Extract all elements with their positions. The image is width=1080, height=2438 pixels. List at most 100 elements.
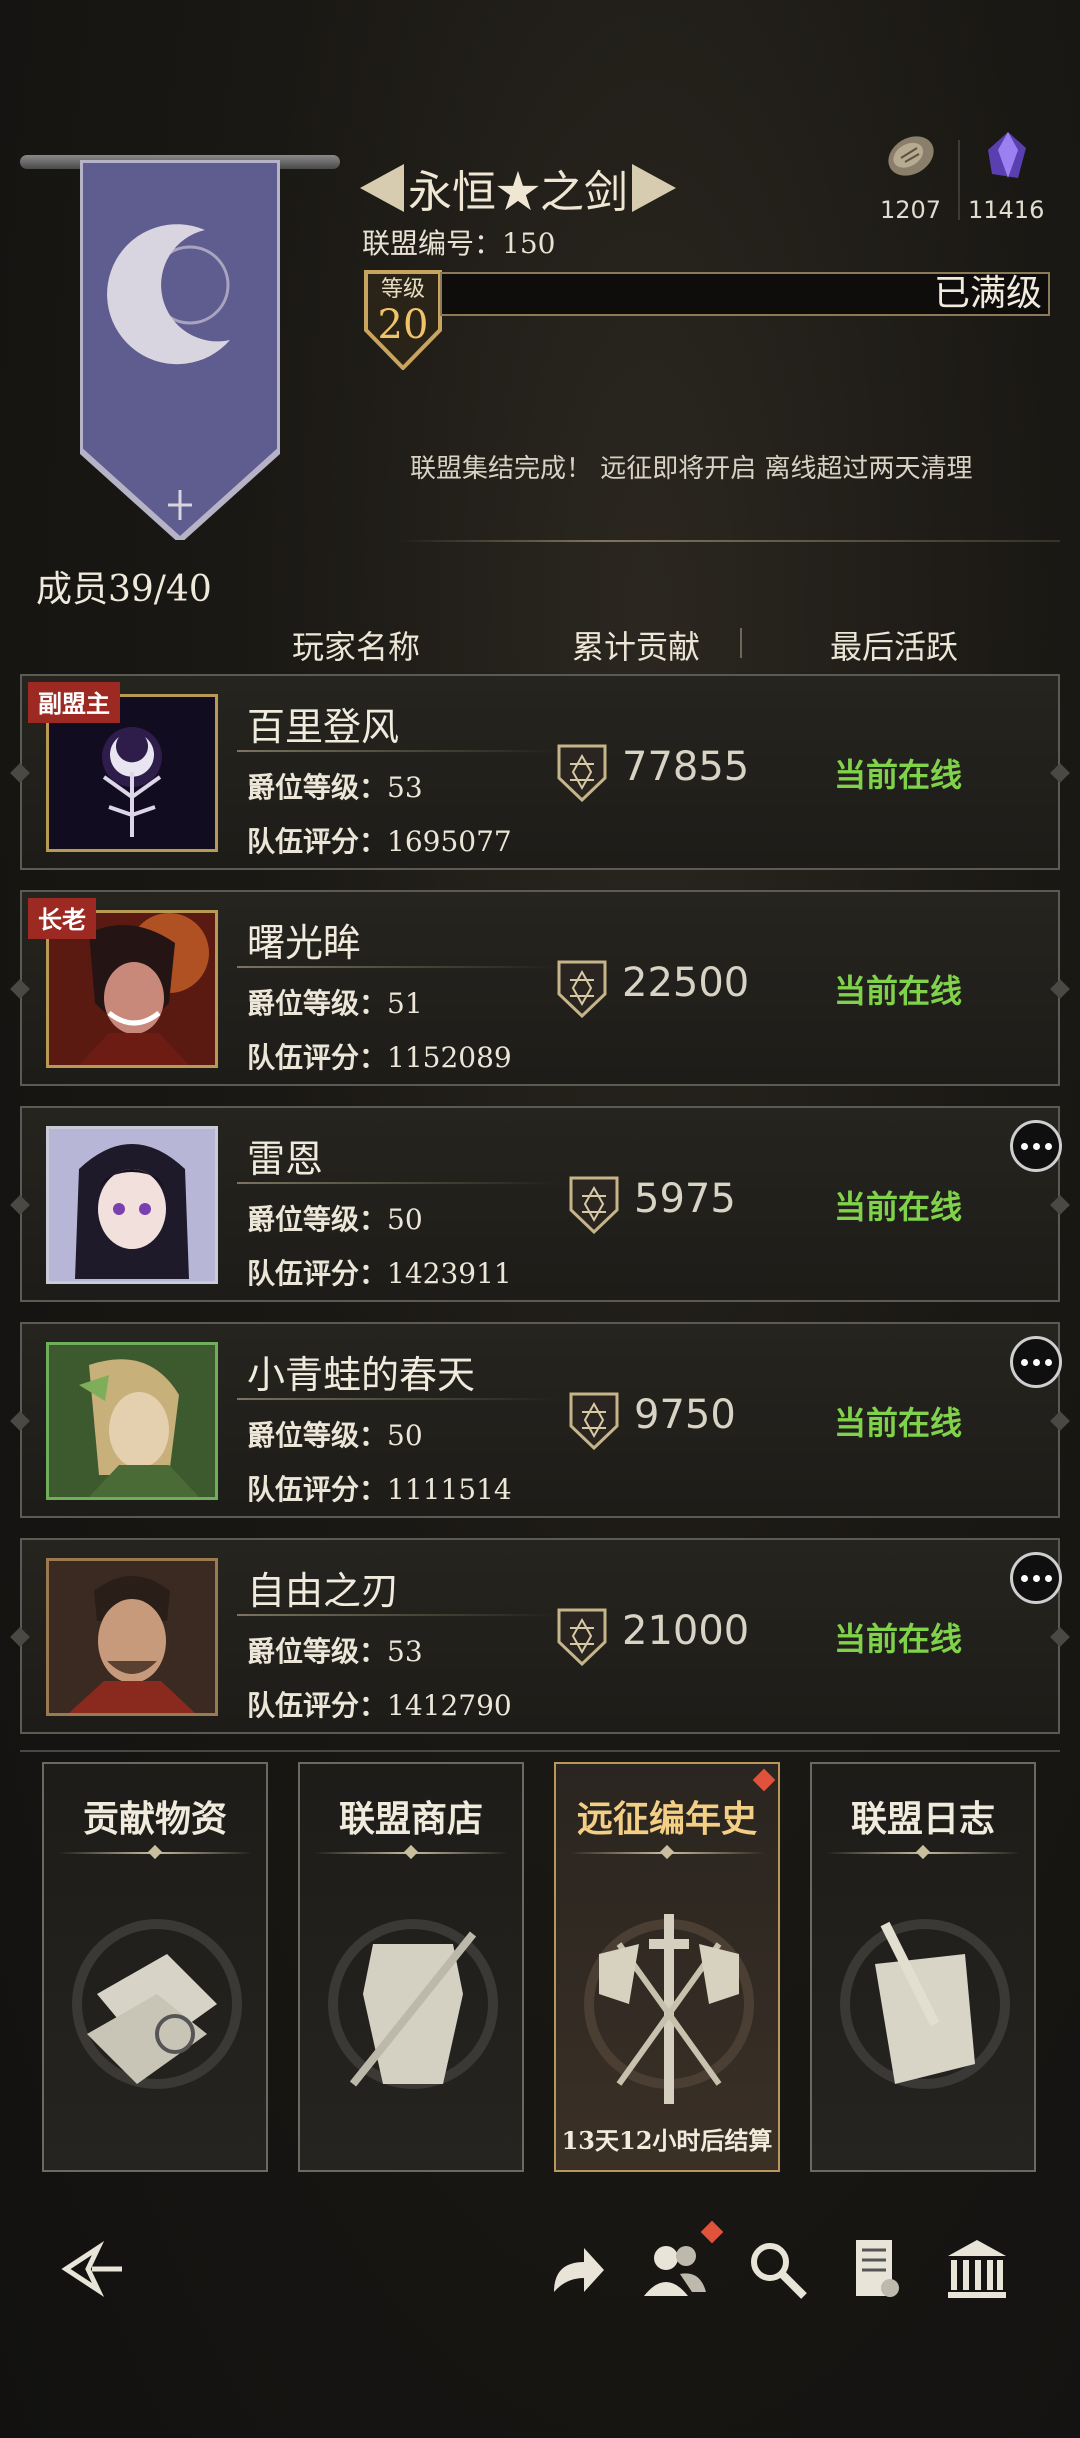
card-expedition-chronicle[interactable]: 远征编年史 13天12小时后结算	[554, 1762, 780, 2172]
player-name: 自由之刃	[247, 1569, 400, 1613]
more-options-button[interactable]	[1010, 1552, 1062, 1604]
member-row[interactable]: 副盟主 百里登风 爵位等级：53 队伍评分：1695077 77855 当前在线	[10, 674, 1070, 870]
alliance-name: 永恒★之剑	[360, 160, 676, 218]
back-icon[interactable]	[58, 2234, 128, 2304]
row-left-ornament	[10, 1411, 30, 1431]
list-bottom-divider	[20, 1750, 1060, 1752]
contribution-icon	[569, 1392, 619, 1450]
level-label: 等级	[381, 277, 425, 302]
crossed-banners-sword-icon	[584, 1914, 754, 2104]
rank-level: 爵位等级：53	[247, 771, 423, 804]
row-left-ornament	[10, 763, 30, 783]
team-score: 队伍评分：1412790	[247, 1689, 512, 1722]
contribution-icon	[557, 960, 607, 1018]
title-right-ornament	[632, 164, 676, 212]
card-alliance-shop[interactable]: 联盟商店	[298, 1762, 524, 2172]
member-row[interactable]: 雷恩 爵位等级：50 队伍评分：1423911 5975 当前在线	[10, 1106, 1070, 1302]
role-tag: 副盟主	[28, 682, 120, 723]
more-dot-icon	[1032, 1142, 1040, 1150]
card-title: 联盟商店	[338, 1798, 483, 1840]
header-divider	[400, 540, 1060, 542]
avatar-portrait	[49, 1345, 215, 1497]
column-player-name: 玩家名称	[292, 628, 421, 666]
card-ornament	[570, 1852, 764, 1854]
purple-crystal-value: 11416	[968, 196, 1045, 224]
share-icon[interactable]	[540, 2234, 610, 2304]
member-avatar[interactable]	[46, 1126, 218, 1284]
row-left-ornament	[10, 979, 30, 999]
online-status: 当前在线	[834, 1404, 963, 1442]
team-score: 队伍评分：1111514	[247, 1473, 512, 1506]
contribution-icon	[557, 744, 607, 802]
more-dot-icon	[1044, 1358, 1052, 1366]
rank-level: 爵位等级：51	[247, 987, 423, 1020]
row-right-ornament	[1050, 1195, 1070, 1215]
resource-purple-crystal[interactable]: 11416	[968, 128, 1044, 224]
resource-divider	[958, 140, 960, 220]
document-icon[interactable]	[842, 2234, 912, 2304]
supply-scroll-icon	[72, 1919, 242, 2089]
member-avatar[interactable]	[46, 1342, 218, 1500]
card-ornament	[58, 1852, 252, 1854]
member-row[interactable]: 自由之刃 爵位等级：53 队伍评分：1412790 21000 当前在线	[10, 1538, 1070, 1734]
rank-level: 爵位等级：50	[247, 1203, 423, 1236]
alliance-banner-emblem[interactable]	[80, 160, 280, 540]
alliance-notice: 联盟集结完成！ 远征即将开启 离线超过两天清理	[410, 454, 973, 484]
online-status: 当前在线	[834, 1188, 963, 1226]
row-right-ornament	[1050, 1411, 1070, 1431]
member-row[interactable]: 小青蛙的春天 爵位等级：50 队伍评分：1111514 9750 当前在线	[10, 1322, 1070, 1518]
hall-icon[interactable]	[942, 2234, 1012, 2304]
name-underline	[237, 1398, 557, 1400]
name-underline	[237, 1182, 557, 1184]
more-options-button[interactable]	[1010, 1120, 1062, 1172]
rank-level: 爵位等级：50	[247, 1419, 423, 1452]
card-alliance-log[interactable]: 联盟日志	[810, 1762, 1036, 2172]
avatar-portrait	[49, 1561, 215, 1713]
player-name: 曙光眸	[247, 921, 362, 965]
title-left-ornament	[360, 164, 404, 212]
column-last-active: 最后活跃	[830, 628, 959, 666]
role-tag: 长老	[28, 898, 96, 939]
column-separator	[740, 628, 742, 658]
alliance-id: 联盟编号：150	[362, 227, 556, 260]
more-dot-icon	[1020, 1574, 1028, 1582]
row-right-ornament	[1050, 979, 1070, 999]
card-contribute-supplies[interactable]: 贡献物资	[42, 1762, 268, 2172]
more-dot-icon	[1044, 1142, 1052, 1150]
row-right-ornament	[1050, 1627, 1070, 1647]
team-score: 队伍评分：1152089	[247, 1041, 512, 1074]
contribution-icon	[557, 1608, 607, 1666]
more-dot-icon	[1020, 1142, 1028, 1150]
level-progress-bar: 已满级	[440, 272, 1050, 316]
member-row[interactable]: 长老 曙光眸 爵位等级：51 队伍评分：1152089 22500 当前在线	[10, 890, 1070, 1086]
team-score: 队伍评分：1423911	[247, 1257, 512, 1290]
resource-rune-stone[interactable]: 1207	[880, 128, 941, 224]
online-status: 当前在线	[834, 1620, 963, 1658]
name-underline	[237, 966, 557, 968]
contribution-value: 21000	[622, 1608, 750, 1654]
card-title: 联盟日志	[850, 1798, 995, 1840]
card-ornament	[314, 1852, 508, 1854]
player-name: 百里登风	[247, 705, 400, 749]
members-icon[interactable]	[640, 2234, 710, 2304]
online-status: 当前在线	[834, 972, 963, 1010]
column-contribution: 累计贡献	[572, 628, 701, 666]
more-dot-icon	[1032, 1574, 1040, 1582]
alliance-name-text: 永恒★之剑	[408, 167, 628, 218]
member-count: 成员39/40	[36, 569, 212, 610]
rank-level: 爵位等级：53	[247, 1635, 423, 1668]
member-avatar[interactable]	[46, 1558, 218, 1716]
search-icon[interactable]	[742, 2234, 812, 2304]
settlement-countdown: 13天12小时后结算	[561, 2126, 773, 2155]
level-badge: 等级 20	[364, 270, 442, 370]
contribution-icon	[569, 1176, 619, 1234]
contribution-value: 9750	[634, 1392, 736, 1438]
contribution-value: 22500	[622, 960, 750, 1006]
level-value: 20	[378, 302, 429, 348]
name-underline	[237, 1614, 557, 1616]
quill-parchment-icon	[840, 1919, 1010, 2089]
team-score: 队伍评分：1695077	[247, 825, 512, 858]
more-dot-icon	[1020, 1358, 1028, 1366]
more-options-button[interactable]	[1010, 1336, 1062, 1388]
contribution-value: 77855	[622, 744, 750, 790]
